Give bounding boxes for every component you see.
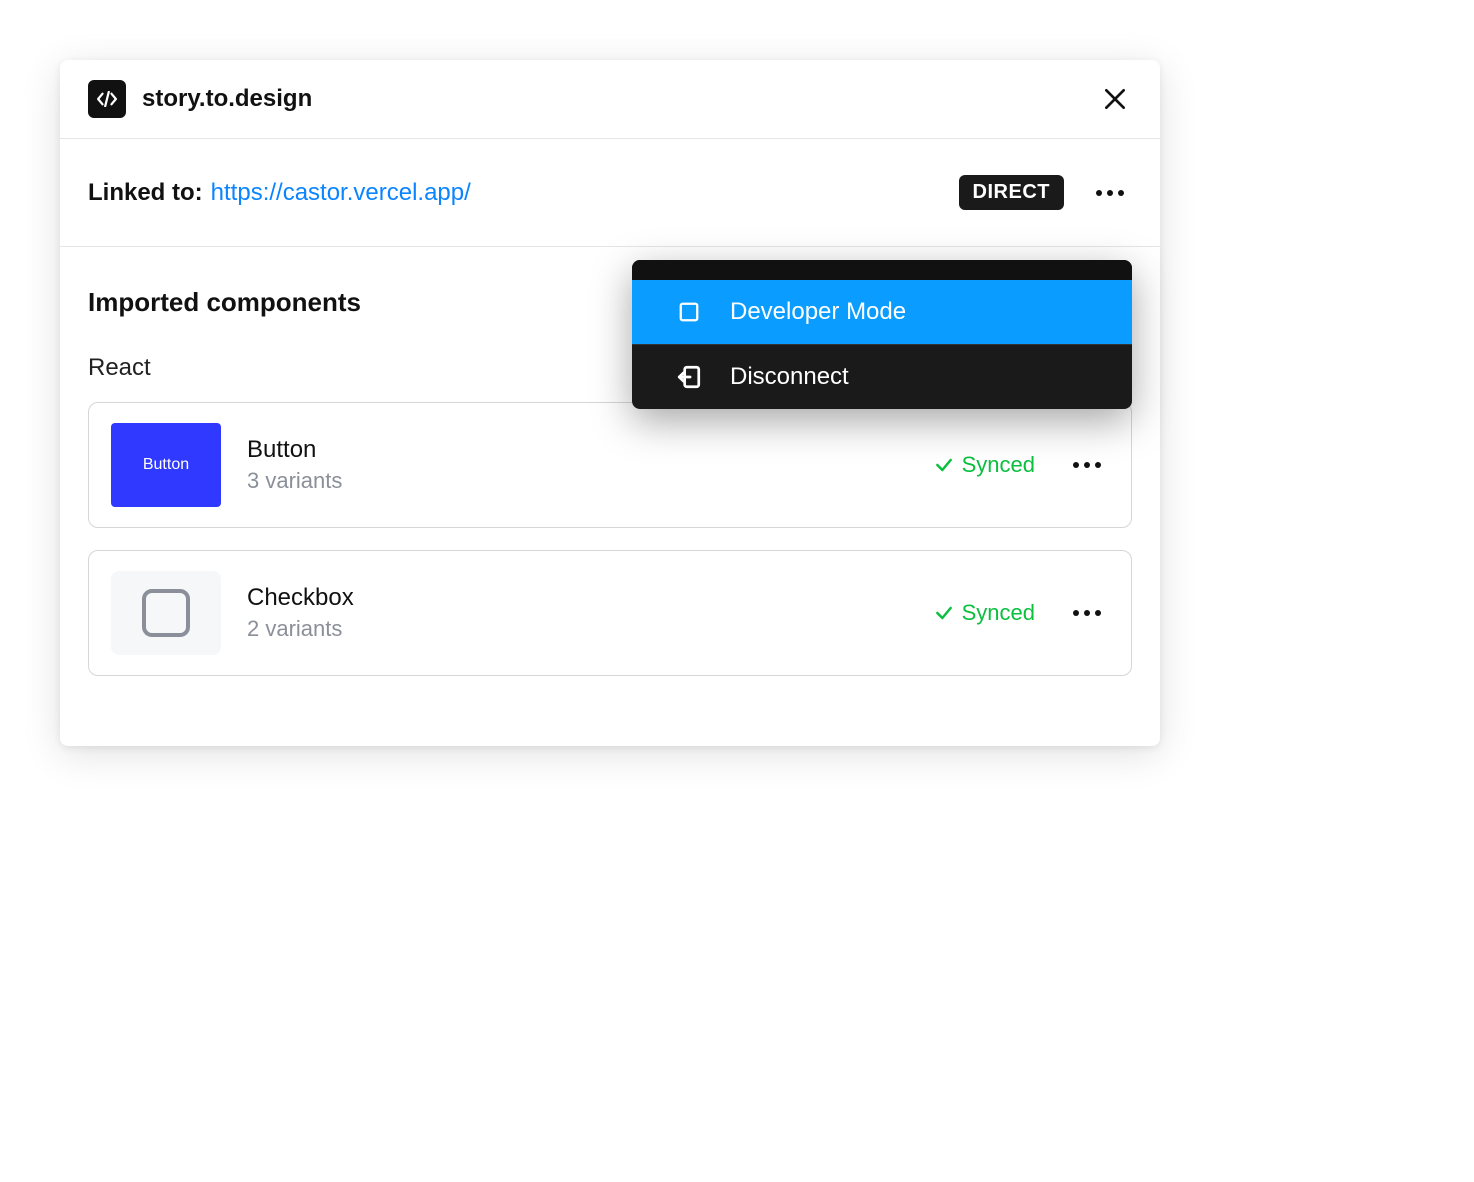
check-icon	[934, 455, 954, 475]
status-text: Synced	[962, 600, 1035, 626]
app-title: story.to.design	[142, 85, 1098, 113]
button-preview: Button	[111, 423, 221, 507]
sync-status: Synced	[934, 600, 1035, 626]
component-thumbnail: Button	[111, 423, 221, 507]
linked-to-label: Linked to:	[88, 179, 203, 207]
connection-badge: DIRECT	[959, 175, 1064, 210]
component-name: Checkbox	[247, 584, 934, 612]
dot-icon	[1084, 610, 1090, 616]
component-variants: 2 variants	[247, 616, 934, 642]
more-options-button[interactable]	[1088, 186, 1132, 200]
close-icon	[1102, 86, 1128, 112]
linked-section: Linked to: https://castor.vercel.app/ DI…	[60, 139, 1160, 247]
dot-icon	[1095, 610, 1101, 616]
checkbox-preview	[142, 589, 190, 637]
square-icon	[676, 299, 702, 325]
options-dropdown: Developer Mode Disconnect	[632, 260, 1132, 409]
dot-icon	[1118, 190, 1124, 196]
plugin-panel: story.to.design Linked to: https://casto…	[60, 60, 1160, 746]
dot-icon	[1107, 190, 1113, 196]
component-variants: 3 variants	[247, 468, 934, 494]
sync-status: Synced	[934, 452, 1035, 478]
dropdown-item-developer-mode[interactable]: Developer Mode	[632, 280, 1132, 344]
disconnect-icon	[676, 364, 702, 390]
component-more-button[interactable]	[1065, 458, 1109, 472]
app-logo	[88, 80, 126, 118]
dot-icon	[1095, 462, 1101, 468]
dropdown-item-label: Disconnect	[730, 363, 849, 391]
dot-icon	[1073, 610, 1079, 616]
dropdown-item-label: Developer Mode	[730, 298, 906, 326]
close-button[interactable]	[1098, 82, 1132, 116]
dropdown-header-strip	[632, 260, 1132, 280]
dot-icon	[1073, 462, 1079, 468]
component-more-button[interactable]	[1065, 606, 1109, 620]
component-info: Checkbox 2 variants	[247, 584, 934, 642]
dropdown-item-disconnect[interactable]: Disconnect	[632, 345, 1132, 409]
check-icon	[934, 603, 954, 623]
component-row-button[interactable]: Button Button 3 variants Synced	[88, 402, 1132, 528]
code-icon	[96, 91, 118, 107]
linked-url[interactable]: https://castor.vercel.app/	[211, 179, 959, 207]
component-row-checkbox[interactable]: Checkbox 2 variants Synced	[88, 550, 1132, 676]
status-text: Synced	[962, 452, 1035, 478]
panel-header: story.to.design	[60, 60, 1160, 139]
dot-icon	[1084, 462, 1090, 468]
component-thumbnail	[111, 571, 221, 655]
dot-icon	[1096, 190, 1102, 196]
component-info: Button 3 variants	[247, 436, 934, 494]
component-name: Button	[247, 436, 934, 464]
